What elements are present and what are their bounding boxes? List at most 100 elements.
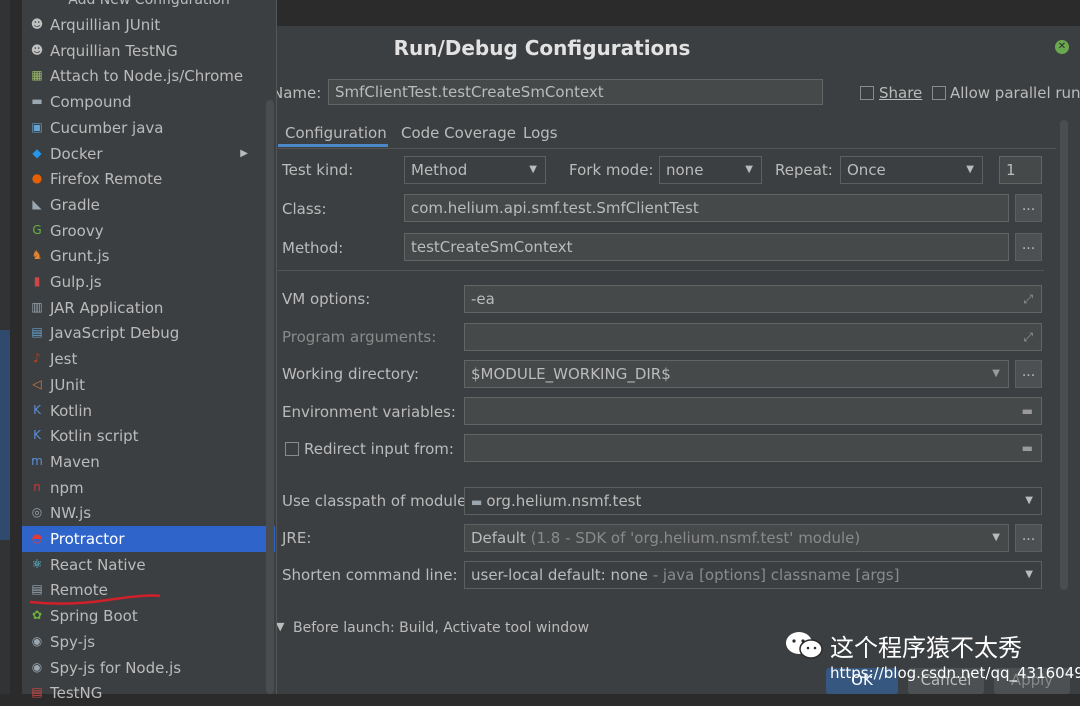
menu-item[interactable]: K Kotlin script: [22, 423, 266, 449]
menu-item-label: Grunt.js: [50, 247, 110, 266]
repeat-label: Repeat:: [775, 161, 833, 179]
class-input[interactable]: com.helium.api.smf.test.SmfClientTest: [404, 194, 1009, 222]
test-kind-select[interactable]: Method ▼: [404, 156, 546, 184]
tab-logs[interactable]: Logs: [523, 120, 558, 148]
menu-item[interactable]: ▮ Gulp.js: [22, 269, 266, 295]
parallel-run-label: Allow parallel run: [950, 84, 1080, 102]
expand-icon[interactable]: ⤢: [1023, 286, 1033, 312]
menu-item[interactable]: ◆ Docker ▶: [22, 141, 266, 167]
working-directory-browse-button[interactable]: ...: [1015, 360, 1042, 388]
close-icon[interactable]: ✕: [1055, 40, 1069, 54]
groovy-icon: G: [32, 222, 42, 237]
jre-browse-button[interactable]: ...: [1015, 524, 1042, 552]
gradle-icon: ◣: [32, 196, 42, 211]
menu-item[interactable]: K Kotlin: [22, 398, 266, 424]
redirect-input-field[interactable]: ▬: [464, 434, 1042, 462]
menu-item[interactable]: ⚛ React Native: [22, 552, 266, 578]
program-arguments-label: Program arguments:: [282, 328, 437, 346]
menu-item-label: Groovy: [50, 221, 104, 240]
menu-item[interactable]: ▤ JavaScript Debug: [22, 320, 266, 346]
name-input[interactable]: SmfClientTest.testCreateSmContext: [328, 79, 823, 105]
before-launch-label[interactable]: Before launch: Build, Activate tool wind…: [293, 620, 589, 636]
fork-mode-label: Fork mode:: [569, 161, 654, 179]
menu-item[interactable]: ◎ NW.js: [22, 500, 266, 526]
menu-item[interactable]: ◓ Protractor: [22, 526, 275, 552]
menu-item[interactable]: ▬ Compound: [22, 89, 266, 115]
expand-triangle-icon[interactable]: ▼: [276, 620, 284, 633]
parallel-run-checkbox[interactable]: [932, 86, 946, 100]
testng-icon: ▤: [31, 685, 43, 700]
working-directory-input[interactable]: $MODULE_WORKING_DIR$ ▼: [464, 360, 1009, 388]
vm-options-input[interactable]: -ea ⤢: [464, 285, 1042, 313]
add-configuration-menu: ☻ Arquillian JUnit ☻ Arquillian TestNG ▦ Atta…: [22, 0, 277, 702]
kotlin-script-icon: K: [33, 428, 41, 443]
shorten-command-line-select[interactable]: user-local default: none - java [options…: [464, 561, 1042, 589]
redirect-input-label: Redirect input from:: [304, 440, 454, 458]
menu-item-label: JAR Application: [50, 298, 164, 317]
menu-item-label: Arquillian JUnit: [50, 16, 161, 34]
dialog-scrollbar[interactable]: [1060, 120, 1068, 590]
method-browse-button[interactable]: ...: [1015, 233, 1042, 261]
class-browse-button[interactable]: ...: [1015, 194, 1042, 222]
menu-item-label: Cucumber java: [50, 118, 164, 137]
chevron-down-icon[interactable]: ▼: [992, 361, 1000, 387]
menu-item[interactable]: ☻ Arquillian TestNG: [22, 38, 266, 64]
menu-item[interactable]: ◁ JUnit: [22, 372, 266, 398]
environment-variables-input[interactable]: ▬: [464, 397, 1042, 425]
menu-item-label: Spring Boot: [50, 607, 138, 626]
menu-item[interactable]: ▣ Cucumber java: [22, 115, 266, 141]
arquillian-icon: ☻: [30, 17, 44, 31]
menu-item[interactable]: m Maven: [22, 449, 266, 475]
menu-item[interactable]: ▤ TestNG: [22, 680, 266, 706]
working-directory-value: $MODULE_WORKING_DIR$: [471, 365, 671, 383]
menu-item[interactable]: ◣ Gradle: [22, 192, 266, 218]
menu-scrollbar[interactable]: [266, 100, 274, 694]
program-arguments-input[interactable]: ⤢: [464, 323, 1042, 351]
menu-item[interactable]: G Groovy: [22, 218, 266, 244]
test-kind-value: Method: [411, 161, 468, 179]
menu-item-label: Gulp.js: [50, 273, 102, 291]
repeat-select[interactable]: Once ▼: [840, 156, 983, 184]
module-folder-icon: ▬: [471, 495, 483, 509]
menu-item[interactable]: ◉ Spy-js for Node.js: [22, 655, 266, 681]
menu-item-label: Jest: [50, 350, 78, 369]
menu-item[interactable]: ● Firefox Remote: [22, 166, 266, 192]
folder-icon[interactable]: ▬: [1022, 398, 1033, 424]
editor-selection-strip: [0, 330, 10, 540]
menu-item-label: Firefox Remote: [50, 170, 163, 189]
fork-mode-select[interactable]: none ▼: [659, 156, 762, 184]
menu-item[interactable]: ✿ Spring Boot: [22, 603, 266, 629]
menu-item[interactable]: ♪ Jest: [22, 346, 266, 372]
menu-header: Add New Configuration: [68, 0, 230, 8]
chevron-down-icon: ▼: [966, 164, 974, 175]
menu-item-label: Spy-js: [50, 632, 96, 651]
jest-icon: ♪: [33, 351, 41, 366]
menu-item[interactable]: n npm: [22, 475, 266, 501]
menu-item[interactable]: ▥ JAR Application: [22, 295, 266, 321]
menu-item[interactable]: ▦ Attach to Node.js/Chrome: [22, 63, 266, 89]
menu-item-label: npm: [50, 478, 84, 497]
test-kind-label: Test kind:: [282, 161, 354, 179]
npm-icon: n: [33, 479, 41, 494]
share-checkbox[interactable]: [860, 86, 874, 100]
tab-code-coverage[interactable]: Code Coverage: [401, 120, 516, 148]
jre-select[interactable]: Default (1.8 - SDK of 'org.helium.nsmf.t…: [464, 524, 1009, 552]
shorten-command-line-detail: - java [options] classname [args]: [652, 566, 900, 584]
folder-icon: ▬: [31, 94, 43, 109]
classpath-module-value: org.helium.nsmf.test: [486, 492, 642, 510]
classpath-module-select[interactable]: ▬ org.helium.nsmf.test ▼: [464, 487, 1042, 515]
node-attach-icon: ▦: [31, 68, 43, 83]
method-input[interactable]: testCreateSmContext: [404, 233, 1009, 261]
kotlin-icon: K: [33, 402, 41, 417]
menu-item[interactable]: ☻ Arquillian JUnit: [22, 12, 266, 38]
method-label: Method:: [282, 239, 344, 257]
expand-icon[interactable]: ⤢: [1023, 324, 1033, 350]
maven-icon: m: [31, 453, 43, 468]
menu-item[interactable]: ♞ Grunt.js: [22, 243, 266, 269]
repeat-count-input[interactable]: 1: [999, 156, 1042, 184]
folder-icon[interactable]: ▬: [1022, 435, 1033, 461]
menu-item[interactable]: ◉ Spy-js: [22, 629, 266, 655]
watermark-text: 这个程序猿不太秀: [830, 634, 1022, 662]
active-tab-indicator: [278, 144, 388, 147]
redirect-input-checkbox[interactable]: [285, 442, 299, 456]
